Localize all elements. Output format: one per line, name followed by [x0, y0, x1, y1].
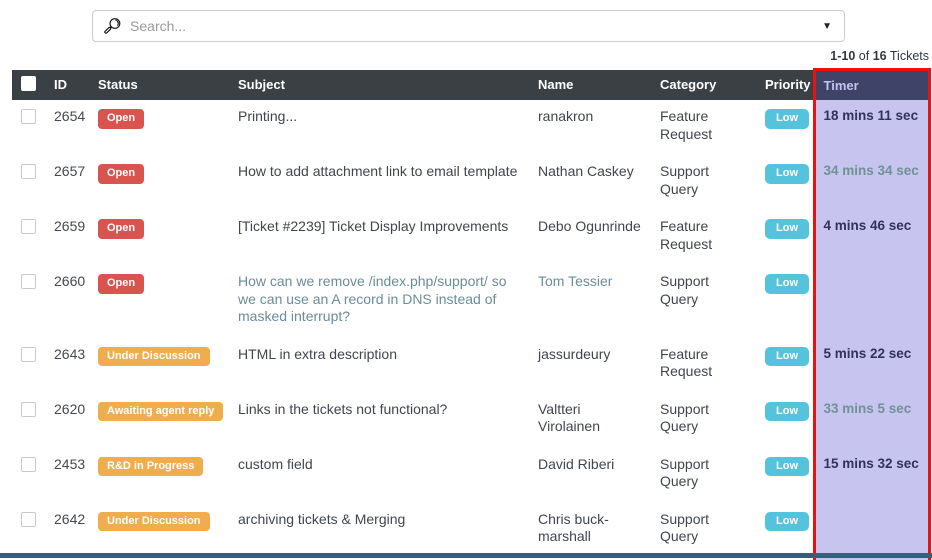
row-checkbox[interactable]: [21, 511, 36, 527]
priority-badge: Low: [765, 274, 809, 294]
ticket-id: 2654: [54, 108, 86, 124]
ticket-id: 2660: [54, 273, 86, 289]
ticket-subject[interactable]: Printing...: [230, 100, 530, 155]
ticket-name: Tom Tessier: [538, 273, 613, 289]
ticket-subject[interactable]: archiving tickets & Merging: [230, 503, 530, 558]
ticket-timer: [812, 502, 931, 558]
search-icon: 🔍︎: [103, 18, 123, 35]
ticket-category: Support Query: [660, 455, 710, 490]
ticket-id: 2642: [54, 510, 86, 527]
row-checkbox[interactable]: [21, 109, 36, 124]
ticket-category: Support Query: [660, 400, 710, 435]
ticket-id: 2643: [54, 345, 86, 362]
ticket-category: Feature Request: [660, 108, 713, 142]
status-badge: Open: [98, 109, 145, 129]
table-header-row: ID Status Subject Name Category Priority…: [12, 68, 931, 100]
ticket-category: Feature Request: [660, 218, 713, 252]
status-badge: Under Discussion: [98, 346, 210, 367]
ticket-name: David Riberi: [538, 455, 615, 472]
priority-badge: Low: [765, 164, 809, 184]
table-row: 2659 Open [Ticket #2239] Ticket Display …: [12, 210, 931, 265]
priority-badge: Low: [765, 401, 809, 422]
ticket-name: Debo Ogunrinde: [538, 218, 641, 234]
ticket-count-summary: 1-10 of 16 Tickets: [12, 49, 929, 63]
ticket-timer: 4 mins 46 sec: [812, 210, 931, 265]
ticket-category: Support Query: [660, 273, 710, 307]
table-row: 2643 Under Discussion HTML in extra desc…: [12, 337, 931, 393]
table-row: 2642 Under Discussion archiving tickets …: [12, 502, 931, 558]
row-checkbox[interactable]: [21, 346, 36, 362]
row-checkbox[interactable]: [21, 401, 36, 417]
table-row: 2660 Open How can we remove /index.php/s…: [12, 265, 931, 338]
header-category[interactable]: Category: [652, 69, 757, 100]
ticket-category: Support Query: [660, 510, 710, 545]
header-status[interactable]: Status: [90, 69, 230, 100]
row-checkbox[interactable]: [21, 219, 36, 234]
tickets-table: ID Status Subject Name Category Priority…: [12, 68, 931, 560]
priority-badge: Low: [765, 346, 809, 367]
ticket-category: Support Query: [660, 163, 710, 197]
status-badge: Under Discussion: [98, 511, 210, 532]
status-badge: Open: [98, 274, 145, 294]
ticket-subject[interactable]: HTML in extra description: [230, 338, 530, 393]
table-row: 2620 Awaiting agent reply Links in the t…: [12, 392, 931, 448]
table-row: 2654 Open Printing... ranakron Feature R…: [12, 100, 931, 155]
ticket-subject[interactable]: Links in the tickets not functional?: [230, 393, 530, 448]
select-all-checkbox[interactable]: [21, 75, 36, 91]
ticket-timer: 5 mins 22 sec: [812, 337, 931, 393]
priority-badge: Low: [765, 456, 809, 477]
ticket-name: Valtteri Virolainen: [538, 400, 601, 435]
priority-badge: Low: [765, 219, 809, 239]
row-checkbox[interactable]: [21, 274, 36, 289]
priority-badge: Low: [765, 109, 809, 129]
summary-total: 16: [872, 49, 887, 63]
summary-range: 1-10: [830, 49, 856, 63]
header-priority[interactable]: Priority: [757, 69, 814, 100]
ticket-subject[interactable]: How can we remove /index.php/support/ so…: [230, 265, 530, 338]
status-badge: Open: [98, 164, 145, 184]
ticket-id: 2620: [54, 400, 86, 417]
ticket-id: 2657: [54, 163, 86, 179]
row-checkbox[interactable]: [21, 164, 36, 179]
table-row: 2453 R&D in Progress custom field David …: [12, 447, 931, 503]
table-row: 2657 Open How to add attachment link to …: [12, 155, 931, 210]
status-badge: Awaiting agent reply: [98, 401, 224, 422]
ticket-name: ranakron: [538, 108, 594, 124]
status-badge: R&D in Progress: [98, 456, 204, 477]
ticket-rows: 2654 Open Printing... ranakron Feature R…: [12, 100, 931, 560]
search-box[interactable]: 🔍︎ ▼: [92, 10, 845, 42]
ticket-timer: 15 mins 32 sec: [812, 447, 931, 503]
row-checkbox[interactable]: [21, 456, 36, 472]
ticket-name: Chris buck-marshall: [538, 510, 609, 545]
ticket-id: 2659: [54, 218, 86, 234]
ticket-name: Nathan Caskey: [538, 163, 634, 179]
summary-of: of: [858, 49, 870, 63]
status-badge: Open: [98, 219, 145, 239]
header-timer[interactable]: Timer: [812, 68, 931, 100]
ticket-subject[interactable]: custom field: [230, 448, 530, 503]
search-input[interactable]: [130, 18, 821, 34]
header-name[interactable]: Name: [530, 69, 652, 100]
caret-down-icon[interactable]: ▼: [820, 19, 834, 34]
ticket-id: 2453: [54, 455, 86, 472]
ticket-category: Feature Request: [660, 345, 713, 380]
header-id[interactable]: ID: [46, 69, 90, 100]
search-row: 🔍︎ ▼: [92, 10, 845, 42]
priority-badge: Low: [765, 511, 809, 532]
ticket-name: jassurdeury: [538, 345, 611, 362]
bottom-accent-bar: [0, 553, 932, 558]
ticket-timer: [812, 265, 931, 338]
summary-unit: Tickets: [889, 49, 929, 63]
ticket-subject[interactable]: How to add attachment link to email temp…: [230, 155, 530, 210]
ticket-timer: 33 mins 5 sec: [812, 392, 931, 448]
ticket-timer: 18 mins 11 sec: [812, 100, 931, 155]
ticket-list-page: 🔍︎ ▼ 1-10 of 16 Tickets ID Status Subjec…: [0, 0, 932, 560]
ticket-timer: 34 mins 34 sec: [812, 155, 931, 210]
ticket-subject[interactable]: [Ticket #2239] Ticket Display Improvemen…: [230, 210, 530, 265]
header-subject[interactable]: Subject: [230, 69, 530, 100]
